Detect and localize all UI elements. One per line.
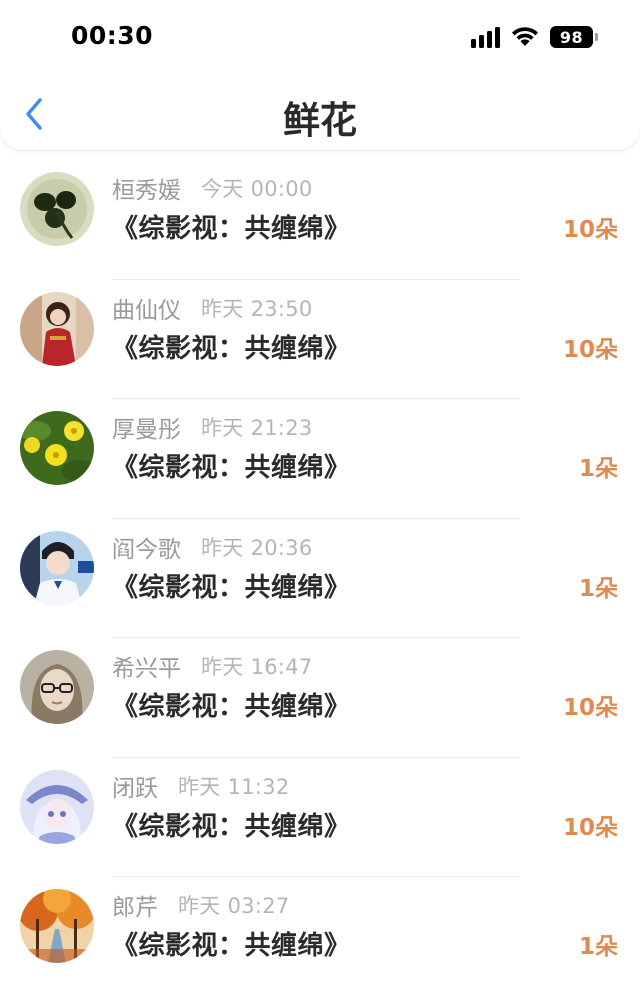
gift-time: 昨天 16:47 <box>201 655 313 679</box>
flower-count: 10朵 <box>562 217 618 243</box>
flower-gift-list: 桓秀媛 今天 00:00 《综影视：共缠绵》 10朵 曲仙仪 昨天 23:50 … <box>0 160 640 997</box>
wifi-icon <box>512 27 538 46</box>
item-meta: 闭跃 昨天 11:32 <box>112 770 290 802</box>
list-item[interactable]: 郎芹 昨天 03:27 《综影视：共缠绵》 1朵 <box>0 877 640 997</box>
flower-count: 10朵 <box>562 814 618 841</box>
gift-time: 今天 00:00 <box>201 177 313 201</box>
gift-time: 昨天 23:50 <box>201 296 313 321</box>
item-meta: 曲仙仪 昨天 23:50 <box>112 292 313 324</box>
item-meta: 阎今歌 昨天 20:36 <box>112 531 313 563</box>
item-meta: 郎芹 昨天 03:27 <box>112 889 290 921</box>
flower-count: 1朵 <box>578 456 618 482</box>
girl-red-dress-avatar[interactable] <box>20 291 94 366</box>
list-item[interactable]: 厚曼彤 昨天 21:23 《综影视：共缠绵》 1朵 <box>0 399 640 519</box>
gift-time: 昨天 11:32 <box>178 774 290 799</box>
list-item[interactable]: 桓秀媛 今天 00:00 《综影视：共缠绵》 10朵 <box>0 160 640 280</box>
user-name: 阎今歌 <box>112 536 181 563</box>
doll-glasses-avatar[interactable] <box>20 650 94 724</box>
book-title: 《综影视：共缠绵》 <box>112 811 351 842</box>
list-item[interactable]: 闭跃 昨天 11:32 《综影视：共缠绵》 10朵 <box>0 758 640 877</box>
list-item[interactable]: 曲仙仪 昨天 23:50 《综影视：共缠绵》 10朵 <box>0 280 640 399</box>
item-meta: 桓秀媛 今天 00:00 <box>112 172 313 204</box>
book-title: 《综影视：共缠绵》 <box>112 214 351 244</box>
flower-count: 10朵 <box>562 336 618 363</box>
autumn-trees-avatar[interactable] <box>20 889 94 963</box>
flower-count: 10朵 <box>562 695 618 721</box>
item-meta: 厚曼彤 昨天 21:23 <box>112 411 313 443</box>
gift-time: 昨天 03:27 <box>178 894 290 918</box>
gift-time: 昨天 21:23 <box>201 416 313 440</box>
book-title: 《综影视：共缠绵》 <box>112 453 351 483</box>
status-time: 00:30 <box>71 21 154 50</box>
user-name: 希兴平 <box>112 656 181 682</box>
user-name: 郎芹 <box>112 895 158 921</box>
user-name: 桓秀媛 <box>112 178 181 204</box>
status-icons: 98 <box>471 23 598 51</box>
user-name: 厚曼彤 <box>112 417 181 443</box>
flower-count: 1朵 <box>578 575 618 602</box>
book-title: 《综影视：共缠绵》 <box>112 692 351 722</box>
clover-avatar[interactable] <box>20 172 94 246</box>
battery-icon: 98 <box>550 26 598 48</box>
list-item[interactable]: 希兴平 昨天 16:47 《综影视：共缠绵》 10朵 <box>0 638 640 758</box>
book-title: 《综影视：共缠绵》 <box>112 572 351 603</box>
anime-girl-avatar[interactable] <box>20 769 94 844</box>
page-title: 鲜花 <box>283 99 357 142</box>
boy-uniform-avatar[interactable] <box>20 530 94 605</box>
user-name: 闭跃 <box>112 775 158 802</box>
gift-time: 昨天 20:36 <box>201 535 313 560</box>
cellular-signal-icon <box>471 26 500 48</box>
nav-header: 00:30 98 鲜花 <box>0 0 640 150</box>
yellow-flowers-avatar[interactable] <box>20 411 94 485</box>
flower-count: 1朵 <box>578 934 618 960</box>
user-name: 曲仙仪 <box>112 297 181 324</box>
book-title: 《综影视：共缠绵》 <box>112 333 351 364</box>
item-meta: 希兴平 昨天 16:47 <box>112 650 313 682</box>
list-item[interactable]: 阎今歌 昨天 20:36 《综影视：共缠绵》 1朵 <box>0 519 640 638</box>
book-title: 《综影视：共缠绵》 <box>112 931 351 961</box>
